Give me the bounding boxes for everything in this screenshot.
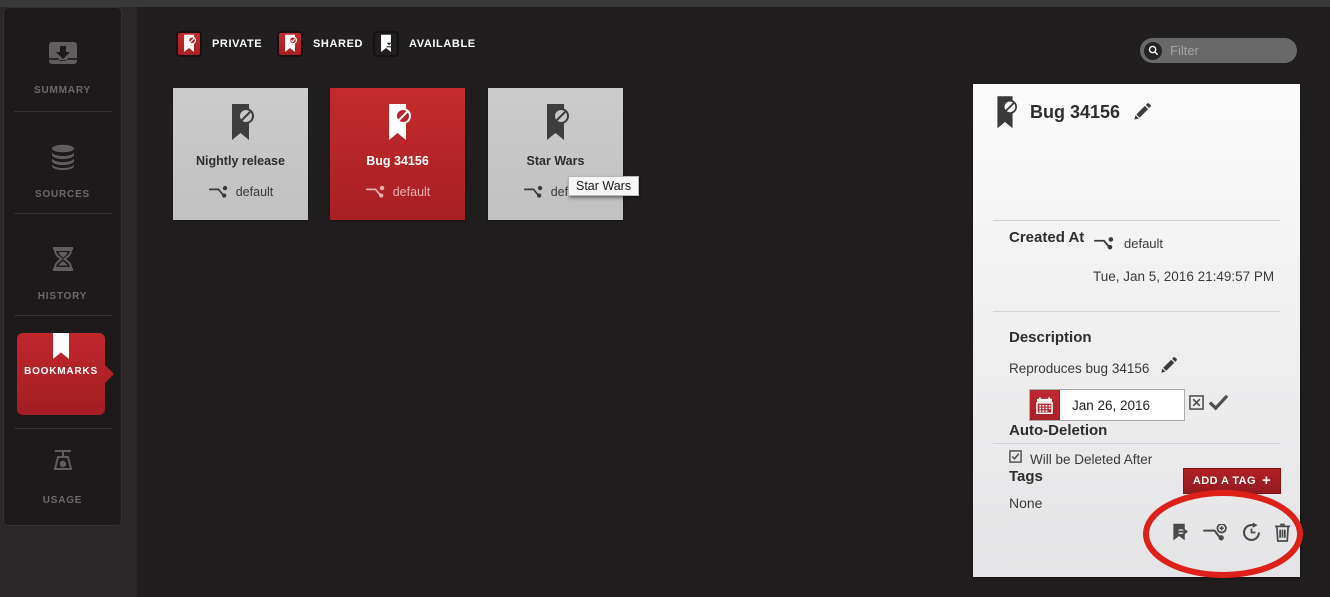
auto-deletion-label: Auto-Deletion: [1009, 422, 1107, 439]
plus-icon: +: [1262, 472, 1271, 489]
bookmark-card-title: Bug 34156: [330, 154, 465, 168]
sidebar-item-usage[interactable]: USAGE: [4, 448, 121, 506]
tooltip: Star Wars: [568, 176, 639, 196]
bookmark-private-icon: [227, 103, 254, 150]
will-be-deleted-checkbox[interactable]: [1009, 450, 1022, 468]
bookmark-card-nightly-release[interactable]: Nightly release default: [173, 88, 308, 220]
bookmark-actions-toolbar: [1169, 522, 1291, 543]
sidebar-item-bookmarks[interactable]: BOOKMARKS: [17, 333, 105, 415]
sidebar-divider: [14, 428, 112, 429]
sidebar-divider: [14, 315, 112, 316]
sidebar-divider: [14, 213, 112, 214]
deletion-date-input[interactable]: [1060, 390, 1184, 420]
will-be-deleted-label: Will be Deleted After: [1030, 452, 1152, 467]
panel-title: Bug 34156: [1030, 102, 1120, 123]
bookmark-share-icon[interactable]: [1169, 522, 1190, 543]
bookmark-card-bug-34156[interactable]: Bug 34156 default: [330, 88, 465, 220]
bookmark-shared-icon: [277, 31, 303, 57]
panel-header: Bug 34156: [993, 95, 1151, 138]
bookmark-card-star-wars[interactable]: Star Wars default: [488, 88, 623, 220]
stream-name: default: [1124, 236, 1163, 251]
sidebar-item-summary[interactable]: SUMMARY: [4, 40, 121, 96]
history-hourglass-icon: [4, 246, 121, 277]
summary-inbox-icon: [4, 40, 121, 71]
tab-label: AVAILABLE: [409, 38, 476, 50]
bookmark-icon: [51, 348, 71, 365]
filter-box: [1140, 38, 1297, 63]
sidebar-item-label: BOOKMARKS: [17, 366, 105, 377]
bookmark-private-icon: [542, 103, 569, 150]
tab-private[interactable]: PRIVATE: [176, 31, 262, 57]
bookmark-detail-panel: Bug 34156 Created At default Tue, Jan 5,…: [973, 84, 1300, 577]
sources-database-icon: [4, 144, 121, 175]
usage-scale-icon: [4, 448, 121, 481]
bookmark-available-icon: [373, 31, 399, 57]
app-window: SUMMARY SOURCES HISTORY BOOKMARKS: [0, 0, 1330, 597]
stream-icon: [208, 185, 229, 199]
tab-label: SHARED: [313, 38, 363, 50]
section-divider: [993, 220, 1280, 221]
bookmark-card-title: Star Wars: [488, 154, 623, 168]
window-top-strip: [0, 0, 1330, 7]
stream-add-icon[interactable]: [1202, 524, 1229, 542]
tab-label: PRIVATE: [212, 38, 262, 50]
bookmark-private-icon: [993, 95, 1017, 138]
created-at-timestamp: Tue, Jan 5, 2016 21:49:57 PM: [1093, 269, 1274, 284]
bookmark-card-stream: default: [330, 185, 465, 199]
created-at-stream: default: [1093, 236, 1163, 251]
section-divider: [993, 311, 1280, 312]
stream-icon: [1093, 236, 1115, 251]
bookmark-private-icon: [176, 31, 202, 57]
sidebar-item-label: SOURCES: [4, 189, 121, 200]
filter-input[interactable]: [1162, 43, 1297, 58]
sidebar-divider: [14, 111, 112, 112]
description-label: Description: [1009, 329, 1092, 346]
tab-available[interactable]: AVAILABLE: [373, 31, 476, 57]
created-at-label: Created At: [1009, 229, 1089, 247]
clear-date-icon[interactable]: [1189, 395, 1204, 415]
sidebar-item-label: HISTORY: [4, 291, 121, 302]
sidebar-item-label: SUMMARY: [4, 85, 121, 96]
restore-icon[interactable]: [1241, 522, 1262, 543]
calendar-icon[interactable]: [1030, 390, 1060, 420]
stream-name: default: [393, 185, 431, 199]
bookmark-card-stream: default: [173, 185, 308, 199]
tags-label: Tags: [1009, 468, 1043, 485]
delete-trash-icon[interactable]: [1274, 522, 1291, 543]
sidebar-item-history[interactable]: HISTORY: [4, 246, 121, 302]
bookmark-private-icon: [384, 103, 411, 150]
stream-icon: [365, 185, 386, 199]
deletion-date-field: [1029, 389, 1185, 421]
stream-name: default: [236, 185, 274, 199]
section-divider: [993, 443, 1280, 444]
stream-icon: [523, 185, 544, 199]
confirm-date-check-icon[interactable]: [1208, 393, 1229, 416]
sidebar-item-label: USAGE: [4, 495, 121, 506]
tab-shared[interactable]: SHARED: [277, 31, 363, 57]
add-a-tag-button[interactable]: ADD A TAG +: [1183, 468, 1281, 494]
add-a-tag-label: ADD A TAG: [1193, 475, 1256, 487]
description-value: Reproduces bug 34156: [1009, 361, 1149, 376]
sidebar: SUMMARY SOURCES HISTORY BOOKMARKS: [3, 7, 122, 526]
bookmark-card-title: Nightly release: [173, 154, 308, 168]
search-icon: [1144, 42, 1162, 60]
sidebar-item-sources[interactable]: SOURCES: [4, 144, 121, 200]
edit-description-pencil-icon[interactable]: [1159, 357, 1177, 380]
edit-title-pencil-icon[interactable]: [1132, 103, 1151, 127]
tags-value: None: [1009, 495, 1042, 511]
